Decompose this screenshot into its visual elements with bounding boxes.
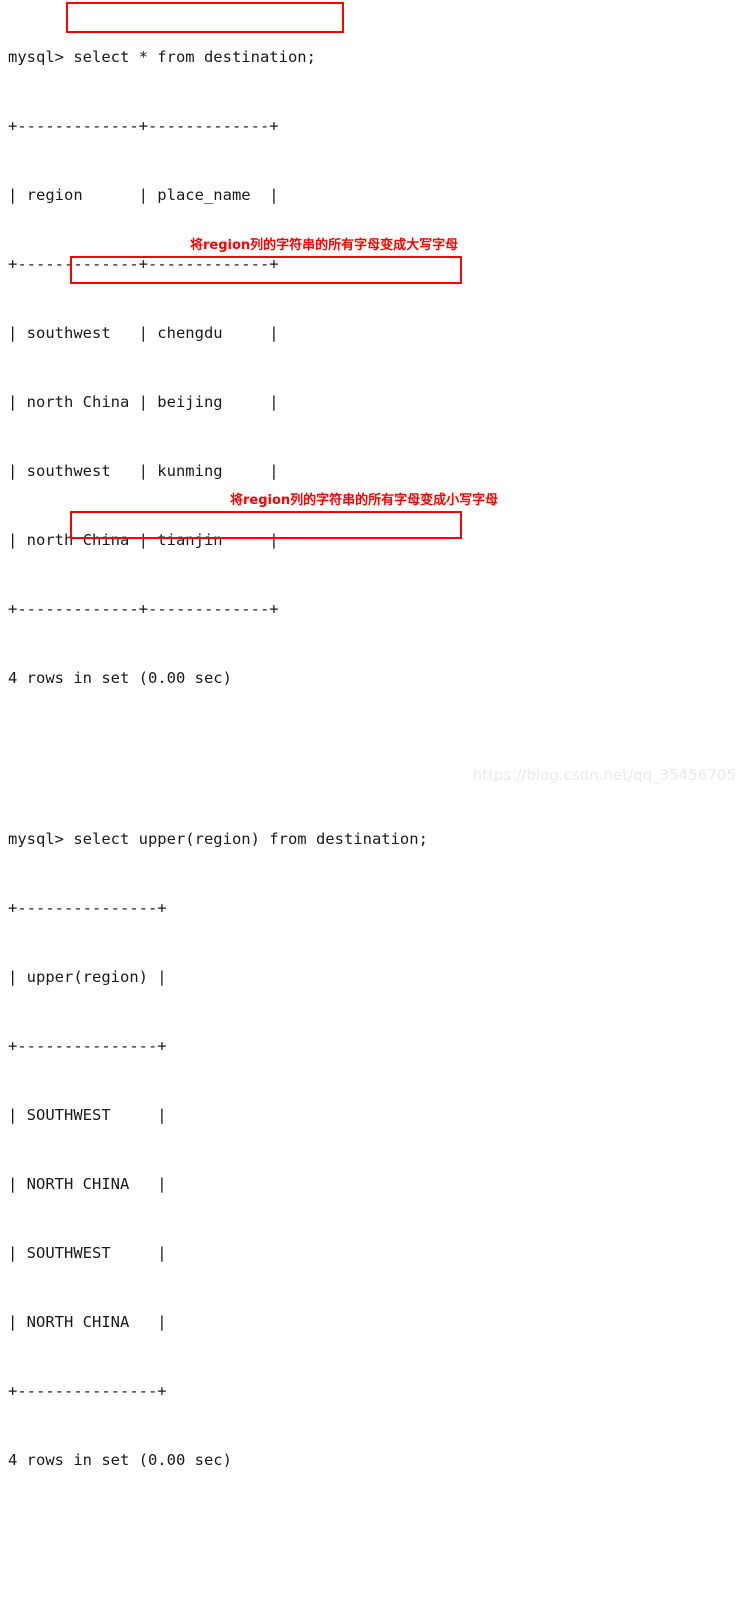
- table-row: | SOUTHWEST |: [8, 1106, 167, 1124]
- table-border-bottom: +---------------+: [8, 1382, 167, 1400]
- table-row: | southwest | chengdu |: [8, 324, 279, 342]
- annotation-upper-note: 将region列的字符串的所有字母变成大写字母: [190, 238, 459, 253]
- terminal-line-command: mysql> select upper(region) from destina…: [8, 830, 428, 848]
- table-border-separator: +-------------+-------------+: [8, 255, 279, 273]
- table-border-bottom: +-------------+-------------+: [8, 600, 279, 618]
- annotation-lower-note: 将region列的字符串的所有字母变成小写字母: [230, 493, 499, 508]
- table-row: | southwest | kunming |: [8, 462, 279, 480]
- table-border-top: +---------------+: [8, 899, 167, 917]
- table-border-top: +-------------+-------------+: [8, 117, 279, 135]
- table-row: | NORTH CHINA |: [8, 1313, 167, 1331]
- table-header-row: | region | place_name |: [8, 186, 279, 204]
- table-row: | north China | beijing |: [8, 393, 279, 411]
- watermark: https://blog.csdn.net/qq_35456705: [472, 766, 736, 784]
- table-border-separator: +---------------+: [8, 1037, 167, 1055]
- table-row: | NORTH CHINA |: [8, 1175, 167, 1193]
- table-row: | SOUTHWEST |: [8, 1244, 167, 1262]
- table-header-row: | upper(region) |: [8, 968, 167, 986]
- table-row: | north China | tianjin |: [8, 531, 279, 549]
- query-status-line: 4 rows in set (0.00 sec): [8, 669, 232, 687]
- terminal-line-command: mysql> select * from destination;: [8, 48, 316, 66]
- query-status-line: 4 rows in set (0.00 sec): [8, 1451, 232, 1469]
